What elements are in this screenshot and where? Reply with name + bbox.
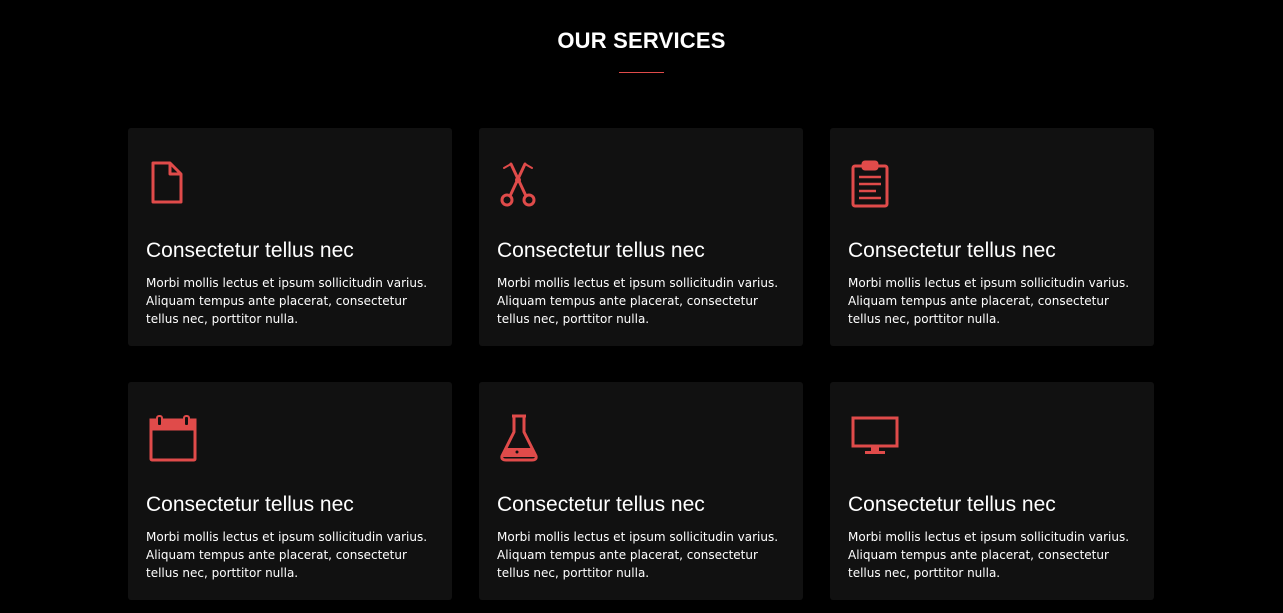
service-card: Consectetur tellus nec Morbi mollis lect…	[830, 128, 1154, 346]
service-title: Consectetur tellus nec	[848, 239, 1056, 262]
section-title: OUR SERVICES	[557, 28, 726, 53]
service-description: Morbi mollis lectus et ipsum sollicitudi…	[497, 530, 779, 580]
document-icon	[146, 160, 198, 212]
service-description: Morbi mollis lectus et ipsum sollicitudi…	[848, 530, 1130, 580]
service-title: Consectetur tellus nec	[146, 239, 354, 262]
service-title: Consectetur tellus nec	[497, 493, 705, 516]
service-description: Morbi mollis lectus et ipsum sollicitudi…	[146, 276, 428, 326]
service-description: Morbi mollis lectus et ipsum sollicitudi…	[848, 276, 1130, 326]
service-title: Consectetur tellus nec	[848, 493, 1056, 516]
service-card: Consectetur tellus nec Morbi mollis lect…	[128, 128, 452, 346]
clipboard-icon	[848, 160, 900, 212]
flask-icon	[497, 414, 549, 466]
title-divider	[619, 72, 664, 73]
service-card: Consectetur tellus nec Morbi mollis lect…	[128, 382, 452, 600]
service-description: Morbi mollis lectus et ipsum sollicitudi…	[497, 276, 779, 326]
scissors-icon	[497, 160, 549, 212]
services-grid: Consectetur tellus nec Morbi mollis lect…	[128, 128, 1154, 600]
service-title: Consectetur tellus nec	[497, 239, 705, 262]
calendar-icon	[146, 414, 198, 466]
service-description: Morbi mollis lectus et ipsum sollicitudi…	[146, 530, 428, 580]
service-card: Consectetur tellus nec Morbi mollis lect…	[479, 382, 803, 600]
service-card: Consectetur tellus nec Morbi mollis lect…	[830, 382, 1154, 600]
service-card: Consectetur tellus nec Morbi mollis lect…	[479, 128, 803, 346]
service-title: Consectetur tellus nec	[146, 493, 354, 516]
monitor-icon	[848, 414, 900, 466]
